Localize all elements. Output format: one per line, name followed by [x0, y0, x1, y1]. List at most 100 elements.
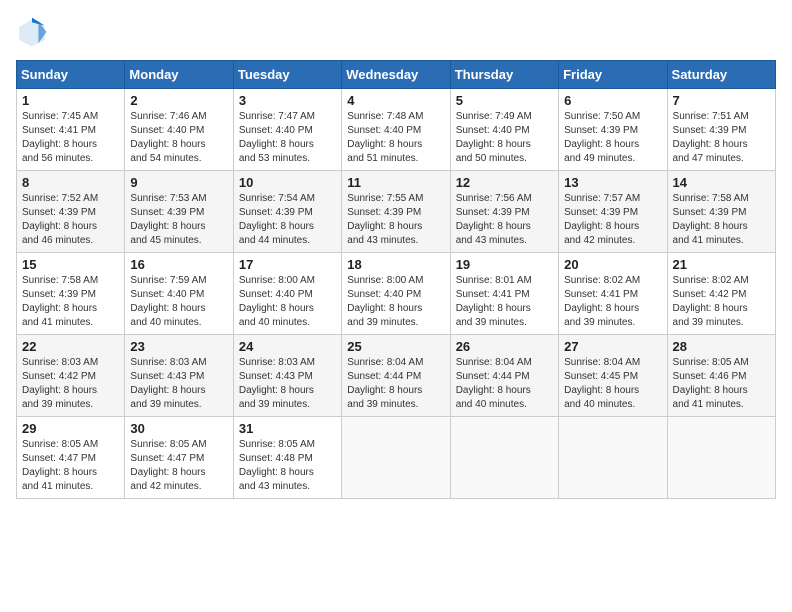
day-number: 30: [130, 421, 227, 436]
day-number: 31: [239, 421, 336, 436]
day-number: 8: [22, 175, 119, 190]
day-number: 21: [673, 257, 770, 272]
day-info: Sunrise: 7:50 AMSunset: 4:39 PMDaylight:…: [564, 110, 661, 166]
day-cell: 17 Sunrise: 8:00 AMSunset: 4:40 PMDayligh…: [233, 253, 341, 335]
day-cell: 19 Sunrise: 8:01 AMSunset: 4:41 PMDayligh…: [450, 253, 558, 335]
day-info: Sunrise: 8:05 AMSunset: 4:46 PMDaylight:…: [673, 356, 770, 412]
day-cell: 26 Sunrise: 8:04 AMSunset: 4:44 PMDayligh…: [450, 335, 558, 417]
day-number: 12: [456, 175, 553, 190]
day-info: Sunrise: 8:02 AMSunset: 4:42 PMDaylight:…: [673, 274, 770, 330]
day-info: Sunrise: 7:48 AMSunset: 4:40 PMDaylight:…: [347, 110, 444, 166]
header-day-wednesday: Wednesday: [342, 61, 450, 89]
day-number: 3: [239, 93, 336, 108]
day-info: Sunrise: 8:02 AMSunset: 4:41 PMDaylight:…: [564, 274, 661, 330]
day-cell: 21 Sunrise: 8:02 AMSunset: 4:42 PMDayligh…: [667, 253, 775, 335]
day-cell: 5 Sunrise: 7:49 AMSunset: 4:40 PMDaylight…: [450, 89, 558, 171]
day-cell: 12 Sunrise: 7:56 AMSunset: 4:39 PMDayligh…: [450, 171, 558, 253]
day-cell: 4 Sunrise: 7:48 AMSunset: 4:40 PMDaylight…: [342, 89, 450, 171]
day-info: Sunrise: 7:58 AMSunset: 4:39 PMDaylight:…: [673, 192, 770, 248]
day-info: Sunrise: 7:54 AMSunset: 4:39 PMDaylight:…: [239, 192, 336, 248]
day-info: Sunrise: 8:04 AMSunset: 4:44 PMDaylight:…: [347, 356, 444, 412]
day-info: Sunrise: 7:52 AMSunset: 4:39 PMDaylight:…: [22, 192, 119, 248]
day-cell: 29 Sunrise: 8:05 AMSunset: 4:47 PMDayligh…: [17, 417, 125, 499]
day-info: Sunrise: 7:51 AMSunset: 4:39 PMDaylight:…: [673, 110, 770, 166]
day-info: Sunrise: 8:03 AMSunset: 4:42 PMDaylight:…: [22, 356, 119, 412]
day-number: 15: [22, 257, 119, 272]
week-row-4: 22 Sunrise: 8:03 AMSunset: 4:42 PMDayligh…: [17, 335, 776, 417]
calendar-table: SundayMondayTuesdayWednesdayThursdayFrid…: [16, 60, 776, 499]
day-number: 14: [673, 175, 770, 190]
days-header-row: SundayMondayTuesdayWednesdayThursdayFrid…: [17, 61, 776, 89]
day-cell: 14 Sunrise: 7:58 AMSunset: 4:39 PMDayligh…: [667, 171, 775, 253]
day-number: 25: [347, 339, 444, 354]
day-cell: 10 Sunrise: 7:54 AMSunset: 4:39 PMDayligh…: [233, 171, 341, 253]
logo: [16, 16, 52, 48]
day-number: 11: [347, 175, 444, 190]
day-info: Sunrise: 8:04 AMSunset: 4:45 PMDaylight:…: [564, 356, 661, 412]
day-cell: 30Sunrise: 8:05 AMSunset: 4:47 PMDayligh…: [125, 417, 233, 499]
day-info: Sunrise: 8:03 AMSunset: 4:43 PMDaylight:…: [130, 356, 227, 412]
day-number: 7: [673, 93, 770, 108]
day-info: Sunrise: 8:00 AMSunset: 4:40 PMDaylight:…: [347, 274, 444, 330]
day-cell: 9 Sunrise: 7:53 AMSunset: 4:39 PMDaylight…: [125, 171, 233, 253]
day-cell: 1 Sunrise: 7:45 AMSunset: 4:41 PMDaylight…: [17, 89, 125, 171]
header-day-thursday: Thursday: [450, 61, 558, 89]
day-cell: 8 Sunrise: 7:52 AMSunset: 4:39 PMDaylight…: [17, 171, 125, 253]
day-cell: 24Sunrise: 8:03 AMSunset: 4:43 PMDayligh…: [233, 335, 341, 417]
day-cell: 31 Sunrise: 8:05 AMSunset: 4:48 PMDayligh…: [233, 417, 341, 499]
day-info: Sunrise: 7:45 AMSunset: 4:41 PMDaylight:…: [22, 110, 119, 166]
day-info: Sunrise: 8:05 AMSunset: 4:47 PMDaylight:…: [22, 438, 119, 494]
day-cell: 25 Sunrise: 8:04 AMSunset: 4:44 PMDayligh…: [342, 335, 450, 417]
day-cell: [342, 417, 450, 499]
day-cell: 11 Sunrise: 7:55 AMSunset: 4:39 PMDayligh…: [342, 171, 450, 253]
day-number: 26: [456, 339, 553, 354]
day-info: Sunrise: 7:56 AMSunset: 4:39 PMDaylight:…: [456, 192, 553, 248]
day-cell: 13 Sunrise: 7:57 AMSunset: 4:39 PMDayligh…: [559, 171, 667, 253]
week-row-5: 29 Sunrise: 8:05 AMSunset: 4:47 PMDayligh…: [17, 417, 776, 499]
day-number: 27: [564, 339, 661, 354]
day-number: 10: [239, 175, 336, 190]
day-number: 24: [239, 339, 336, 354]
day-number: 13: [564, 175, 661, 190]
day-number: 2: [130, 93, 227, 108]
day-cell: 23 Sunrise: 8:03 AMSunset: 4:43 PMDayligh…: [125, 335, 233, 417]
day-number: 17: [239, 257, 336, 272]
day-cell: 18 Sunrise: 8:00 AMSunset: 4:40 PMDayligh…: [342, 253, 450, 335]
day-number: 22: [22, 339, 119, 354]
header-day-saturday: Saturday: [667, 61, 775, 89]
day-cell: [450, 417, 558, 499]
day-info: Sunrise: 8:01 AMSunset: 4:41 PMDaylight:…: [456, 274, 553, 330]
day-info: Sunrise: 7:57 AMSunset: 4:39 PMDaylight:…: [564, 192, 661, 248]
day-info: Sunrise: 7:46 AMSunset: 4:40 PMDaylight:…: [130, 110, 227, 166]
day-cell: 6 Sunrise: 7:50 AMSunset: 4:39 PMDaylight…: [559, 89, 667, 171]
day-number: 19: [456, 257, 553, 272]
day-info: Sunrise: 8:05 AMSunset: 4:48 PMDaylight:…: [239, 438, 336, 494]
day-number: 9: [130, 175, 227, 190]
day-number: 16: [130, 257, 227, 272]
day-cell: [667, 417, 775, 499]
header-day-tuesday: Tuesday: [233, 61, 341, 89]
day-info: Sunrise: 7:55 AMSunset: 4:39 PMDaylight:…: [347, 192, 444, 248]
day-cell: 7 Sunrise: 7:51 AMSunset: 4:39 PMDaylight…: [667, 89, 775, 171]
week-row-1: 1 Sunrise: 7:45 AMSunset: 4:41 PMDaylight…: [17, 89, 776, 171]
day-info: Sunrise: 8:04 AMSunset: 4:44 PMDaylight:…: [456, 356, 553, 412]
day-number: 5: [456, 93, 553, 108]
day-cell: 3Sunrise: 7:47 AMSunset: 4:40 PMDaylight…: [233, 89, 341, 171]
day-info: Sunrise: 7:53 AMSunset: 4:39 PMDaylight:…: [130, 192, 227, 248]
day-number: 4: [347, 93, 444, 108]
header-day-friday: Friday: [559, 61, 667, 89]
day-cell: 28Sunrise: 8:05 AMSunset: 4:46 PMDayligh…: [667, 335, 775, 417]
day-cell: 27 Sunrise: 8:04 AMSunset: 4:45 PMDayligh…: [559, 335, 667, 417]
day-number: 6: [564, 93, 661, 108]
header-day-sunday: Sunday: [17, 61, 125, 89]
day-info: Sunrise: 7:49 AMSunset: 4:40 PMDaylight:…: [456, 110, 553, 166]
day-number: 1: [22, 93, 119, 108]
day-cell: 20 Sunrise: 8:02 AMSunset: 4:41 PMDayligh…: [559, 253, 667, 335]
day-number: 20: [564, 257, 661, 272]
day-number: 29: [22, 421, 119, 436]
day-number: 23: [130, 339, 227, 354]
day-info: Sunrise: 8:00 AMSunset: 4:40 PMDaylight:…: [239, 274, 336, 330]
day-cell: 16Sunrise: 7:59 AMSunset: 4:40 PMDayligh…: [125, 253, 233, 335]
day-number: 18: [347, 257, 444, 272]
day-cell: 15Sunrise: 7:58 AMSunset: 4:39 PMDayligh…: [17, 253, 125, 335]
